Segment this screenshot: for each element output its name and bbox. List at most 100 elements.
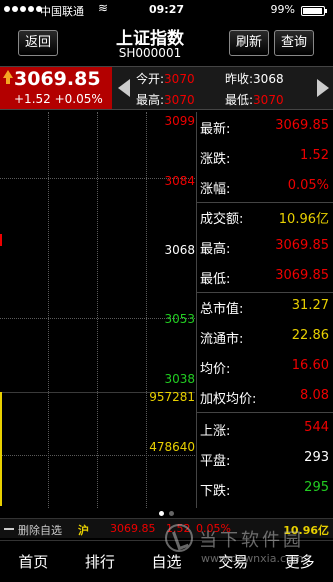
high-value: 3070	[164, 93, 195, 107]
detail-row: 涨幅: 0.05%	[197, 174, 331, 198]
prev-close-price: 昨收:3068	[225, 70, 284, 87]
volume-bar	[0, 392, 2, 506]
open-value: 3070	[164, 72, 195, 86]
next-arrow-icon[interactable]	[317, 79, 329, 97]
high-price: 最高:3070	[136, 91, 195, 108]
detail-label: 涨跌:	[200, 152, 231, 167]
detail-label: 上涨:	[200, 424, 231, 439]
detail-label: 最低:	[200, 272, 231, 287]
open-price: 今开:3070	[136, 70, 195, 87]
price-axis-label: 3038	[164, 372, 195, 386]
detail-row: 均价: 16.60	[197, 354, 331, 378]
detail-row: 总市值: 31.27	[197, 294, 331, 318]
refresh-button[interactable]: 刷新	[229, 30, 269, 56]
detail-label: 下跌:	[200, 484, 231, 499]
detail-label: 成交额:	[200, 212, 244, 227]
tab-trade[interactable]: 交易	[200, 541, 267, 582]
detail-value: 22.86	[291, 328, 329, 343]
prev-close-value: 3068	[253, 72, 284, 86]
stock-code: SH000001	[118, 46, 182, 60]
divider	[197, 202, 333, 203]
ticker-price: 3069.85	[110, 522, 156, 535]
divider	[197, 292, 333, 293]
tab-more[interactable]: 更多	[266, 541, 333, 582]
quote-detail-panel: 最新: 3069.85 涨跌: 1.52 涨幅: 0.05% 成交额: 10.96亿 最…	[196, 112, 333, 508]
detail-value: 3069.85	[275, 238, 329, 253]
detail-label: 流通市:	[200, 332, 244, 347]
detail-row: 最高: 3069.85	[197, 234, 331, 258]
detail-row: 下跌: 295	[197, 476, 331, 500]
back-button[interactable]: 返回	[18, 30, 58, 56]
grid-vline	[48, 112, 49, 508]
ticker-amount: 10.96亿	[283, 524, 329, 537]
price-axis-label: 3053	[164, 312, 195, 326]
delete-watchlist-button[interactable]: 删除自选	[18, 522, 62, 538]
ticker-change: 1.52	[166, 522, 191, 535]
detail-label: 均价:	[200, 362, 231, 377]
watchlist-ticker: 删除自选 沪 3069.85 1.52 0.05% 10.96亿	[0, 518, 333, 538]
detail-row: 上涨: 544	[197, 416, 331, 440]
detail-label: 最新:	[200, 122, 231, 137]
detail-row: 最新: 3069.85	[197, 114, 331, 138]
price-change: +1.52 +0.05%	[14, 92, 103, 106]
intraday-chart[interactable]: 3099 3084 3068 3053 3038 957281 478640	[0, 112, 195, 508]
remove-icon[interactable]	[4, 528, 14, 530]
detail-row: 成交额: 10.96亿	[197, 204, 331, 228]
detail-label: 涨幅:	[200, 182, 231, 197]
battery-icon	[301, 6, 327, 16]
battery-percent: 99%	[270, 3, 295, 16]
detail-row: 最低: 3069.85	[197, 264, 331, 288]
detail-value: 544	[304, 420, 329, 435]
volume-axis-label: 957281	[149, 390, 195, 404]
tab-ranking[interactable]: 排行	[67, 541, 134, 582]
volume-axis-label: 478640	[149, 440, 195, 454]
prev-close-label: 昨收:	[225, 72, 254, 86]
price-axis-label: 3084	[164, 174, 195, 188]
grid-hline	[0, 455, 195, 456]
status-bar: 中国联通 ≋ 09:27 99%	[0, 0, 333, 22]
detail-label: 加权均价:	[200, 392, 257, 407]
detail-row: 涨跌: 1.52	[197, 144, 331, 168]
low-label: 最低:	[225, 93, 254, 107]
detail-label: 平盘:	[200, 454, 231, 469]
detail-value: 295	[304, 480, 329, 495]
price-axis-label: 3068	[164, 243, 195, 257]
open-label: 今开:	[136, 72, 165, 86]
bottom-tab-bar: 首页 排行 自选 交易 更多	[0, 540, 333, 582]
detail-row: 流通市: 22.86	[197, 324, 331, 348]
detail-value: 3069.85	[275, 268, 329, 283]
grid-vline	[97, 112, 98, 508]
high-label: 最高:	[136, 93, 165, 107]
previous-arrow-icon[interactable]	[118, 79, 130, 97]
price-line-mark	[0, 234, 2, 246]
price-axis-label: 3099	[164, 114, 195, 128]
query-button[interactable]: 查询	[274, 30, 314, 56]
detail-label: 最高:	[200, 242, 231, 257]
nav-header: 返回 上证指数 SH000001 刷新 查询	[0, 22, 333, 64]
arrow-up-icon	[3, 70, 13, 78]
quote-bar: 3069.85 +1.52 +0.05% 今开:3070 昨收:3068 最高:…	[0, 66, 333, 110]
detail-value: 31.27	[291, 298, 329, 313]
current-price: 3069.85	[14, 68, 101, 90]
arrow-up-stem	[6, 78, 10, 84]
detail-row: 平盘: 293	[197, 446, 331, 470]
market-tag: 沪	[78, 524, 89, 537]
detail-label: 总市值:	[200, 302, 244, 317]
page-indicator	[0, 508, 333, 518]
page-dot	[169, 510, 174, 516]
price-box: 3069.85 +1.52 +0.05%	[0, 67, 112, 109]
tab-home[interactable]: 首页	[0, 541, 67, 582]
detail-value: 10.96亿	[278, 212, 329, 227]
detail-value: 8.08	[300, 388, 329, 403]
divider	[197, 412, 333, 413]
detail-value: 293	[304, 450, 329, 465]
detail-row: 加权均价: 8.08	[197, 384, 331, 408]
detail-value: 3069.85	[275, 118, 329, 133]
detail-value: 16.60	[291, 358, 329, 373]
page-dot-active	[159, 510, 164, 516]
low-value: 3070	[253, 93, 284, 107]
ticker-ratio: 0.05%	[196, 522, 231, 535]
tab-watchlist[interactable]: 自选	[133, 541, 200, 582]
low-price: 最低:3070	[225, 91, 284, 108]
detail-value: 1.52	[300, 148, 329, 163]
